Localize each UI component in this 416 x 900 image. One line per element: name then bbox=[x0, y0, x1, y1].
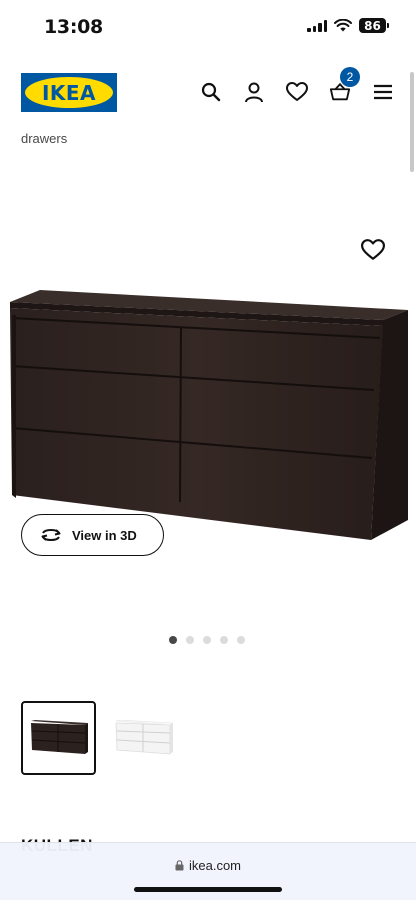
user-icon[interactable] bbox=[243, 80, 265, 104]
browser-address-bar[interactable]: ikea.com bbox=[0, 842, 416, 900]
save-to-favourites-icon[interactable] bbox=[361, 239, 385, 263]
view-in-3d-button[interactable]: View in 3D bbox=[21, 514, 164, 556]
status-icons: 86 bbox=[307, 18, 389, 33]
logo-oval: IKEA bbox=[25, 77, 113, 108]
page-scrollbar[interactable] bbox=[410, 72, 414, 172]
wifi-icon bbox=[334, 19, 352, 32]
site-header: IKEA 2 bbox=[0, 62, 416, 126]
product-image-dresser[interactable] bbox=[8, 290, 408, 542]
search-icon[interactable] bbox=[200, 80, 222, 104]
rotate-3d-icon bbox=[41, 529, 61, 541]
home-indicator bbox=[134, 887, 282, 892]
heart-icon[interactable] bbox=[286, 80, 308, 104]
thumbnail-black-brown[interactable] bbox=[21, 701, 96, 775]
cart-count-badge: 2 bbox=[340, 67, 360, 87]
pagination-dot[interactable] bbox=[169, 636, 177, 644]
thumbnail-white[interactable] bbox=[106, 701, 181, 775]
status-bar: 13:08 86 bbox=[0, 0, 416, 54]
lock-icon bbox=[175, 860, 184, 871]
product-subtitle: drawers bbox=[21, 131, 68, 146]
view-in-3d-label: View in 3D bbox=[72, 527, 137, 543]
pagination-dot[interactable] bbox=[186, 636, 194, 644]
gallery-pagination bbox=[169, 636, 245, 644]
menu-icon[interactable] bbox=[372, 80, 394, 104]
status-time: 13:08 bbox=[44, 16, 103, 38]
logo-text: IKEA bbox=[41, 80, 97, 105]
cart-icon[interactable]: 2 bbox=[329, 67, 360, 104]
signal-icon bbox=[307, 19, 327, 32]
battery-icon: 86 bbox=[359, 18, 389, 33]
pagination-dot[interactable] bbox=[203, 636, 211, 644]
pagination-dot[interactable] bbox=[237, 636, 245, 644]
ikea-logo[interactable]: IKEA bbox=[21, 73, 117, 112]
header-icons: 2 bbox=[200, 67, 394, 104]
pagination-dot[interactable] bbox=[220, 636, 228, 644]
url-text: ikea.com bbox=[188, 858, 242, 873]
color-variant-thumbnails bbox=[21, 701, 181, 775]
url-display[interactable]: ikea.com bbox=[0, 858, 416, 873]
